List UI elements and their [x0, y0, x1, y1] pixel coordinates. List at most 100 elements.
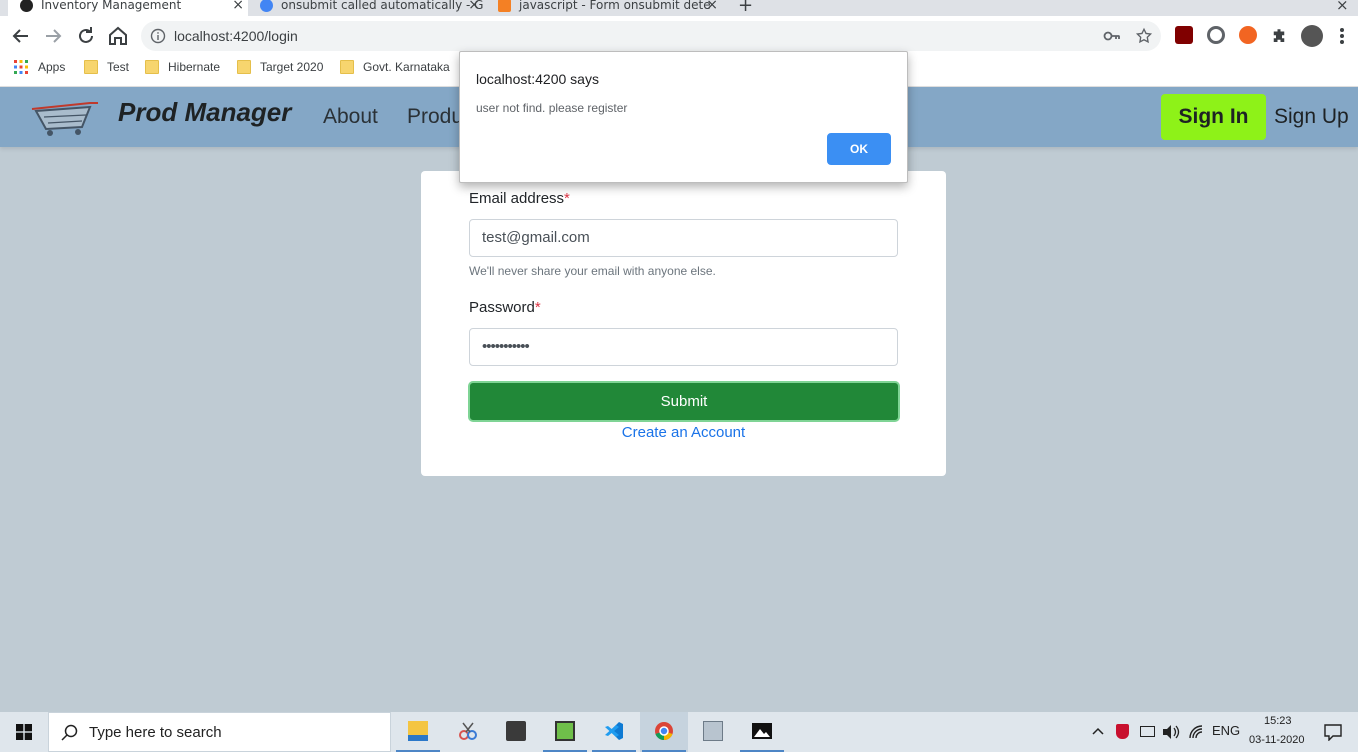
alert-dialog: localhost:4200 says user not find. pleas… [459, 51, 908, 183]
brand-title[interactable]: Prod Manager [118, 97, 291, 128]
orange-extension-icon[interactable] [1239, 26, 1257, 44]
speaker-volume-icon[interactable] [1162, 724, 1180, 740]
window-close-button[interactable]: × [1336, 0, 1352, 16]
tab-title: onsubmit called automatically - G [281, 0, 484, 12]
wifi-icon[interactable] [1188, 724, 1206, 740]
bookmark-apps[interactable]: Apps [14, 60, 65, 74]
create-account-link[interactable]: Create an Account [421, 424, 946, 441]
alert-message: user not find. please register [476, 101, 628, 115]
profile-avatar[interactable] [1301, 25, 1323, 47]
calculator-icon [506, 721, 526, 741]
file-explorer-icon [408, 721, 428, 741]
close-tab-icon[interactable]: × [468, 0, 480, 13]
sign-in-button[interactable]: Sign In [1161, 94, 1266, 140]
bookmark-target-2020[interactable]: Target 2020 [237, 60, 323, 74]
email-field[interactable]: test@gmail.com [469, 219, 898, 257]
alert-ok-button[interactable]: OK [827, 133, 891, 165]
back-arrow-icon [12, 29, 28, 43]
password-field[interactable]: ••••••••••• [469, 328, 898, 366]
reload-button[interactable] [74, 24, 98, 48]
taskbar-file-explorer[interactable] [394, 712, 442, 752]
tab-title: javascript - Form onsubmit dete [519, 0, 711, 12]
tab-onsubmit-google[interactable]: onsubmit called automatically - G × [252, 0, 484, 16]
ublock-extension-icon[interactable] [1175, 26, 1193, 44]
info-icon[interactable] [150, 28, 166, 44]
notification-center-icon[interactable] [1324, 723, 1342, 741]
key-icon[interactable] [1103, 29, 1121, 43]
address-bar[interactable]: localhost:4200/login [141, 21, 1161, 51]
new-tab-button[interactable]: + [738, 0, 758, 16]
photos-icon [752, 723, 772, 739]
close-tab-icon[interactable]: × [232, 0, 244, 13]
url-text[interactable]: localhost:4200/login [174, 28, 298, 44]
bookmark-hibernate[interactable]: Hibernate [145, 60, 220, 74]
tab-stackoverflow[interactable]: javascript - Form onsubmit dete × [492, 0, 722, 16]
plus-icon: + [738, 0, 754, 16]
close-icon: × [1336, 0, 1349, 14]
puzzle-extensions-icon[interactable] [1270, 27, 1288, 45]
input-language[interactable]: ENG [1212, 723, 1240, 738]
password-value: ••••••••••• [482, 338, 530, 355]
email-label-text: Email address [469, 190, 565, 207]
taskbar-search-box[interactable]: Type here to search [48, 712, 391, 752]
back-button[interactable] [9, 24, 33, 48]
taskbar-snipping-tool[interactable] [444, 712, 492, 752]
taskbar-notepad[interactable] [541, 712, 589, 752]
circle-extension-icon[interactable] [1207, 26, 1225, 44]
folder-icon [145, 60, 159, 74]
search-icon [61, 724, 78, 741]
shopping-cart-logo-icon[interactable] [30, 97, 102, 137]
home-button[interactable] [106, 24, 130, 48]
taskbar-chrome[interactable] [640, 712, 688, 752]
password-label: Password* [469, 299, 541, 316]
email-help-text: We'll never share your email with anyone… [469, 264, 716, 278]
password-label-text: Password [469, 299, 535, 316]
required-asterisk: * [534, 299, 541, 316]
email-label: Email address* [469, 190, 570, 207]
search-placeholder: Type here to search [89, 724, 222, 741]
menu-kebab-icon[interactable] [1338, 26, 1346, 46]
start-button[interactable] [0, 712, 48, 752]
clock-date[interactable]: 03-11-2020 [1249, 734, 1304, 746]
bookmark-label: Test [107, 60, 130, 74]
email-value: test@gmail.com [482, 229, 590, 246]
taskbar-vscode[interactable] [590, 712, 638, 752]
submit-button[interactable]: Submit [468, 381, 900, 422]
stackoverflow-favicon-icon [498, 0, 511, 12]
chrome-icon [655, 722, 673, 740]
forward-button[interactable] [41, 24, 65, 48]
mcafee-shield-icon[interactable] [1116, 724, 1129, 739]
alert-title: localhost:4200 says [476, 71, 599, 87]
sign-up-link[interactable]: Sign Up [1274, 105, 1349, 129]
reload-icon [79, 27, 93, 43]
windows-logo-icon [16, 724, 32, 740]
snipping-tool-icon [459, 722, 477, 740]
close-tab-icon[interactable]: × [706, 0, 718, 13]
chevron-up-icon[interactable] [1092, 726, 1104, 736]
angular-favicon-icon [20, 0, 33, 12]
login-card: Email address* test@gmail.com We'll neve… [421, 171, 946, 476]
remote-desktop-icon [703, 721, 723, 741]
vscode-icon [605, 722, 623, 740]
taskbar-calculator[interactable] [492, 712, 540, 752]
bookmark-test[interactable]: Test [84, 60, 129, 74]
tab-title: Inventory Management [41, 0, 182, 12]
notepad-icon [555, 721, 575, 741]
google-favicon-icon [260, 0, 273, 12]
bookmark-label: Target 2020 [260, 60, 324, 74]
nav-products-link[interactable]: Produ [407, 105, 463, 129]
folder-icon [84, 60, 98, 74]
taskbar-remote-desktop[interactable] [689, 712, 737, 752]
apps-grid-icon [14, 60, 28, 74]
star-bookmark-icon[interactable] [1135, 27, 1153, 45]
folder-icon [340, 60, 354, 74]
taskbar-photos[interactable] [738, 712, 786, 752]
forward-arrow-icon [46, 29, 62, 43]
battery-icon[interactable] [1140, 726, 1155, 737]
nav-about-link[interactable]: About [323, 105, 378, 129]
browser-tab-strip: Inventory Management × onsubmit called a… [0, 0, 1358, 16]
clock-time[interactable]: 15:23 [1264, 715, 1292, 727]
bookmark-govt-karnataka[interactable]: Govt. Karnataka [340, 60, 450, 74]
bookmark-label: Hibernate [168, 60, 221, 74]
tab-inventory-management[interactable]: Inventory Management × [8, 0, 248, 16]
